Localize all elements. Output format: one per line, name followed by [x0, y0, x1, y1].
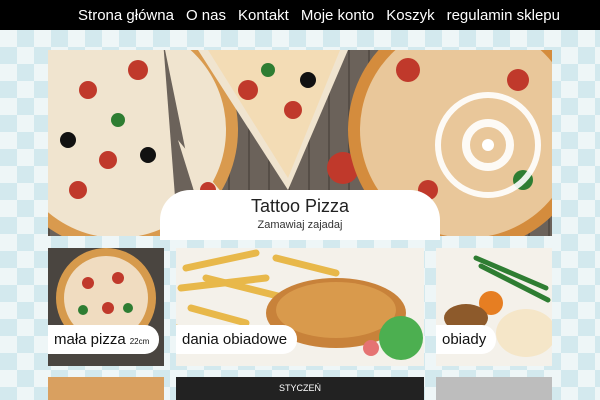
- bottom-tile-1[interactable]: [48, 377, 164, 400]
- tile-small-pizza-size: 22cm: [129, 337, 150, 346]
- nav-contact[interactable]: Kontakt: [238, 7, 289, 24]
- tile-small-pizza[interactable]: mała pizza 22cm: [48, 248, 164, 366]
- bottom-tile-3[interactable]: [436, 377, 552, 400]
- calendar-month: STYCZEŃ: [278, 383, 321, 393]
- calendar-tile[interactable]: STYCZEŃ: [176, 377, 424, 400]
- tile-dinners-label: obiady: [436, 325, 497, 354]
- nav-about[interactable]: O nas: [186, 7, 226, 24]
- tile-lunch-dishes[interactable]: dania obiadowe: [176, 248, 424, 366]
- hero-caption: Tattoo Pizza Zamawiaj zajadaj: [160, 190, 440, 240]
- hero-subtitle: Zamawiaj zajadaj: [257, 219, 343, 231]
- hero-title: Tattoo Pizza: [250, 196, 350, 216]
- tile-small-pizza-label: mała pizza 22cm: [48, 325, 160, 354]
- nav-account[interactable]: Moje konto: [301, 7, 374, 24]
- nav-home[interactable]: Strona główna: [78, 7, 174, 24]
- top-navigation: Strona główna O nas Kontakt Moje konto K…: [0, 0, 600, 30]
- tile-small-pizza-text: mała pizza: [54, 331, 126, 348]
- nav-cart[interactable]: Koszyk: [386, 7, 434, 24]
- tile-lunch-dishes-label: dania obiadowe: [176, 325, 298, 354]
- nav-terms[interactable]: regulamin sklepu: [447, 7, 560, 24]
- tile-dinners[interactable]: obiady: [436, 248, 552, 366]
